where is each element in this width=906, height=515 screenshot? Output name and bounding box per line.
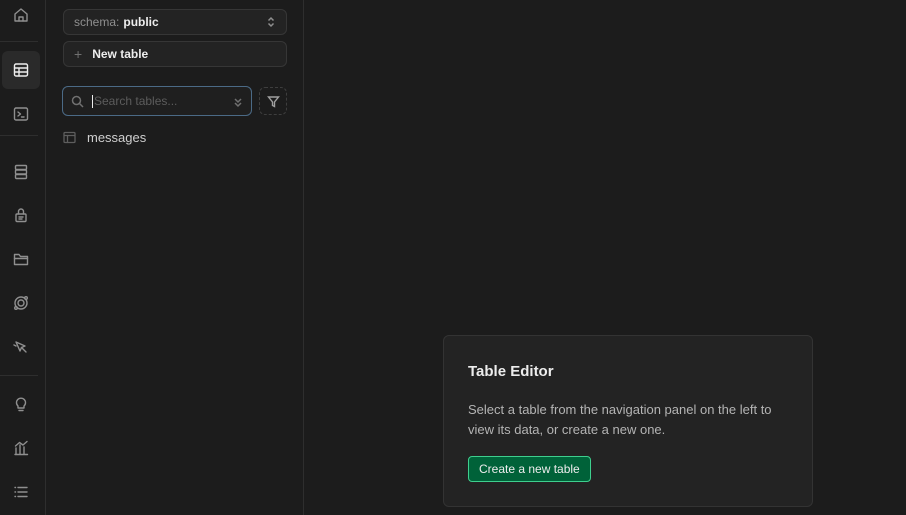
card-title: Table Editor	[468, 363, 554, 380]
edge-functions-icon[interactable]	[2, 284, 40, 322]
rail-divider	[0, 375, 38, 376]
schema-value: public	[123, 15, 159, 29]
new-table-label: New table	[92, 47, 149, 61]
search-tables-input[interactable]	[92, 94, 222, 108]
advisors-icon[interactable]	[2, 385, 40, 423]
home-icon[interactable]	[2, 0, 40, 34]
new-table-button[interactable]: + New table	[63, 41, 287, 67]
filter-button[interactable]	[259, 87, 287, 115]
sql-editor-icon[interactable]	[2, 95, 40, 133]
logs-icon[interactable]	[2, 473, 40, 511]
rail-divider	[0, 135, 38, 136]
auth-icon[interactable]	[2, 196, 40, 234]
table-editor-card: Table Editor Select a table from the nav…	[443, 335, 813, 507]
search-icon	[71, 95, 84, 108]
app-window: schema: public + New table messages	[0, 0, 906, 515]
table-name: messages	[87, 129, 147, 145]
schema-label: schema:	[74, 15, 120, 29]
realtime-icon[interactable]	[2, 328, 40, 366]
rail-divider	[0, 41, 38, 42]
filter-icon	[266, 95, 280, 108]
chevron-up-down-icon	[265, 16, 277, 31]
chevrons-down-icon[interactable]	[232, 95, 244, 113]
reports-icon[interactable]	[2, 429, 40, 467]
icon-rail	[0, 0, 46, 515]
card-description: Select a table from the navigation panel…	[468, 402, 772, 437]
create-new-table-button[interactable]: Create a new table	[468, 456, 591, 482]
storage-icon[interactable]	[2, 240, 40, 278]
schema-select[interactable]: schema: public	[63, 9, 287, 35]
table-list-sidebar: schema: public + New table messages	[47, 0, 304, 515]
table-list-item[interactable]: messages	[63, 127, 287, 147]
plus-icon: +	[74, 46, 83, 62]
main-panel: Table Editor Select a table from the nav…	[305, 0, 906, 515]
table-icon	[63, 131, 76, 143]
search-tables-field[interactable]	[62, 86, 252, 116]
database-icon[interactable]	[2, 153, 40, 191]
table-editor-icon[interactable]	[2, 51, 40, 89]
